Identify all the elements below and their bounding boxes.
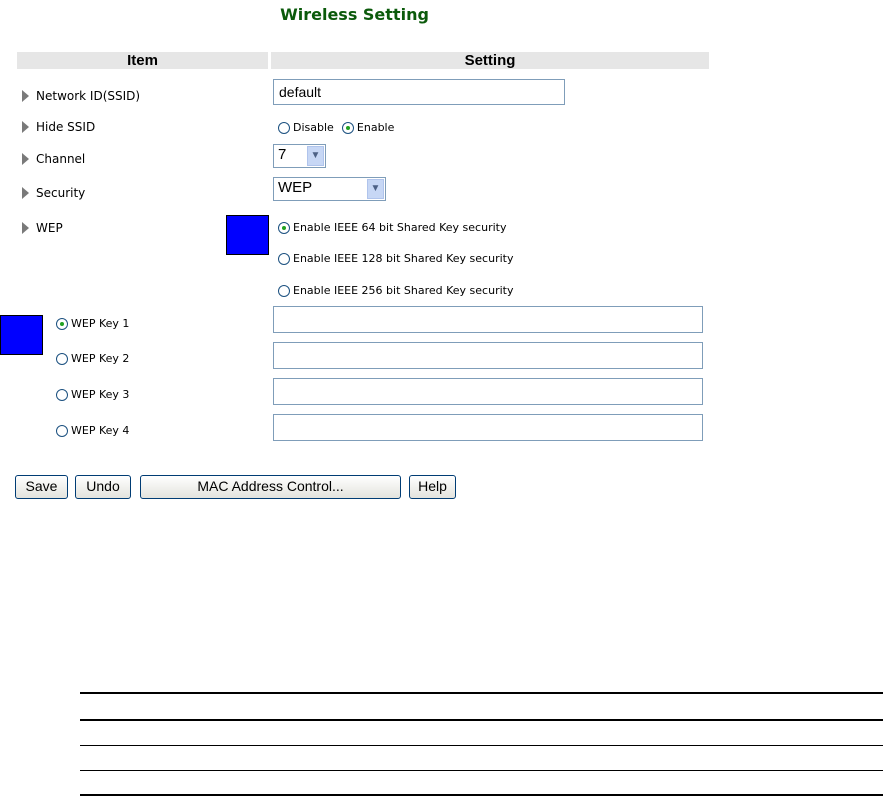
wep-option-64: Enable IEEE 64 bit Shared Key security xyxy=(278,219,506,235)
wep-128-radio[interactable] xyxy=(278,252,290,265)
mac-address-control-button[interactable]: MAC Address Control... xyxy=(140,475,401,499)
wep-256-label: Enable IEEE 256 bit Shared Key security xyxy=(293,283,514,297)
wep-key-4-radio[interactable] xyxy=(56,424,68,437)
save-button[interactable]: Save xyxy=(15,475,68,499)
wep-key-2-input[interactable] xyxy=(273,342,703,369)
channel-label: Channel xyxy=(36,152,86,166)
chevron-down-icon[interactable]: ▼ xyxy=(367,179,384,199)
wep-key-2-option: WEP Key 2 xyxy=(56,350,129,366)
wep-key-3-radio[interactable] xyxy=(56,388,68,401)
table-rule xyxy=(80,719,883,721)
channel-row-label: Channel xyxy=(22,151,85,167)
security-value: WEP xyxy=(278,179,313,196)
wep-key-3-input[interactable] xyxy=(273,378,703,405)
hide-ssid-disable-label: Disable xyxy=(293,120,334,134)
wep-key-1-option: WEP Key 1 xyxy=(56,315,129,331)
table-rule-top xyxy=(80,692,883,694)
hide-ssid-label: Hide SSID xyxy=(36,120,96,134)
page-title: Wireless Setting xyxy=(280,5,429,24)
ssid-input[interactable]: default xyxy=(273,79,565,105)
triangle-right-icon xyxy=(22,186,29,199)
wep-64-label: Enable IEEE 64 bit Shared Key security xyxy=(293,220,507,234)
ssid-label: Network ID(SSID) xyxy=(36,89,141,103)
column-header-item: Item xyxy=(17,52,268,69)
wep-key-4-input[interactable] xyxy=(273,414,703,441)
help-button[interactable]: Help xyxy=(409,475,456,499)
callout-marker xyxy=(226,215,269,255)
wep-key-1-label: WEP Key 1 xyxy=(71,316,130,330)
hide-ssid-enable-label: Enable xyxy=(356,120,395,134)
hide-ssid-options: Disable Enable xyxy=(278,119,394,135)
wep-128-label: Enable IEEE 128 bit Shared Key security xyxy=(293,251,514,265)
triangle-right-icon xyxy=(22,89,29,102)
wep-key-4-option: WEP Key 4 xyxy=(56,422,129,438)
wep-key-1-radio[interactable] xyxy=(56,317,68,330)
callout-marker xyxy=(0,315,43,355)
channel-value: 7 xyxy=(278,146,287,163)
channel-select[interactable]: 7 ▼ xyxy=(273,144,326,168)
hide-ssid-enable-radio[interactable] xyxy=(341,121,354,134)
ssid-row-label: Network ID(SSID) xyxy=(22,88,140,104)
triangle-right-icon xyxy=(22,152,29,165)
wep-key-3-option: WEP Key 3 xyxy=(56,386,129,402)
wep-key-3-label: WEP Key 3 xyxy=(71,387,130,401)
chevron-down-icon[interactable]: ▼ xyxy=(307,146,324,166)
triangle-right-icon xyxy=(22,221,29,234)
undo-button[interactable]: Undo xyxy=(75,475,131,499)
table-rule xyxy=(80,745,883,746)
security-label: Security xyxy=(36,186,86,200)
wep-key-4-label: WEP Key 4 xyxy=(71,423,130,437)
table-rule-bottom xyxy=(80,794,883,796)
wep-key-1-input[interactable] xyxy=(273,306,703,333)
table-rule xyxy=(80,770,883,771)
wep-key-2-label: WEP Key 2 xyxy=(71,351,130,365)
wep-key-2-radio[interactable] xyxy=(56,352,68,365)
triangle-right-icon xyxy=(22,120,29,133)
hide-ssid-row-label: Hide SSID xyxy=(22,119,95,135)
wep-256-radio[interactable] xyxy=(278,284,290,297)
security-select[interactable]: WEP ▼ xyxy=(273,177,386,201)
security-row-label: Security xyxy=(22,185,85,201)
wep-option-128: Enable IEEE 128 bit Shared Key security xyxy=(278,250,513,266)
wep-option-256: Enable IEEE 256 bit Shared Key security xyxy=(278,282,513,298)
wep-row-label: WEP xyxy=(22,220,63,236)
wep-64-radio[interactable] xyxy=(278,221,290,234)
column-header-setting: Setting xyxy=(271,52,709,69)
wep-label: WEP xyxy=(36,221,63,235)
hide-ssid-disable-radio[interactable] xyxy=(278,121,290,134)
